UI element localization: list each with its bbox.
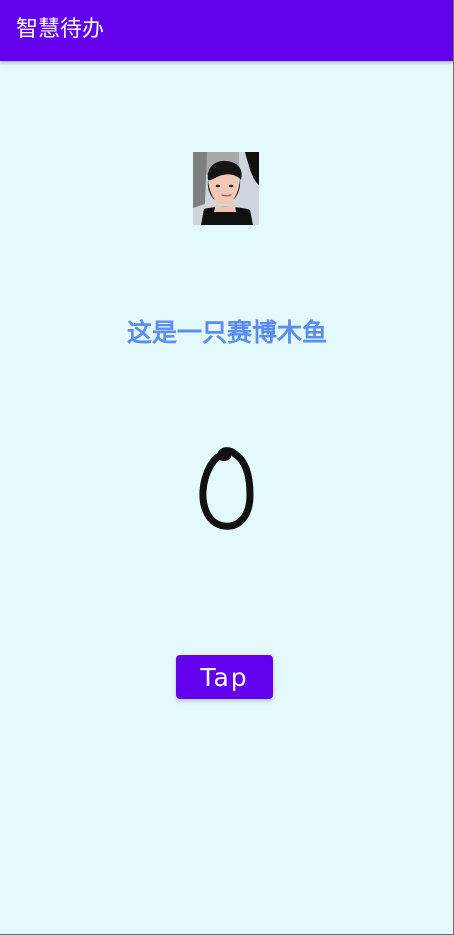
handwritten-zero-icon: [199, 447, 254, 530]
app-bar: 智慧待办: [0, 0, 453, 61]
avatar-photo: [193, 152, 259, 225]
app-screen: 智慧待办 这是一只赛博木鱼 0 Tap: [0, 0, 454, 935]
app-title: 智慧待办: [16, 17, 105, 42]
wooden-fish-title: 这是一只赛博木鱼: [126, 318, 327, 347]
tap-counter: 0: [0, 440, 453, 536]
tap-button[interactable]: Tap: [176, 655, 273, 699]
